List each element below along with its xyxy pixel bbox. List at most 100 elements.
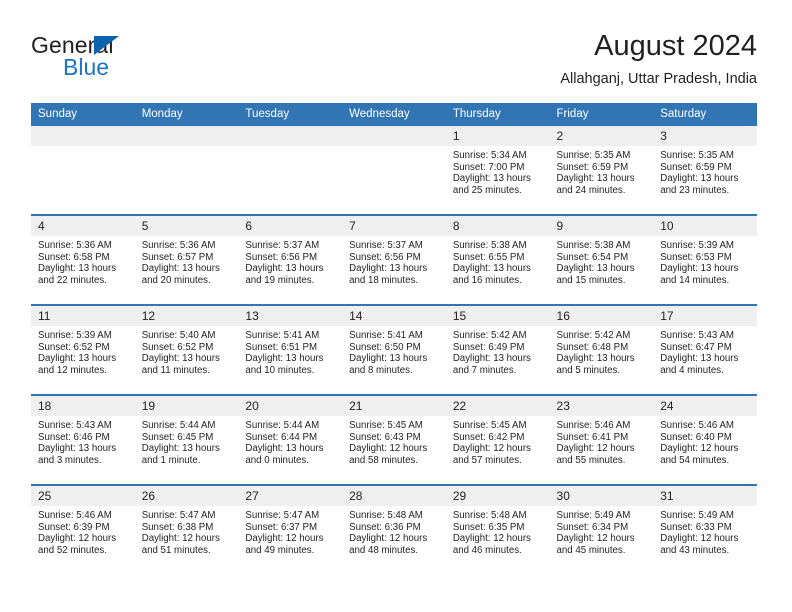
daylight-text-line2: and 4 minutes. — [660, 364, 724, 376]
sunrise-text: Sunrise: 5:36 AM — [38, 240, 112, 251]
day-number — [134, 126, 239, 146]
calendar-page: General Blue August 2024 Allahganj, Utta… — [0, 0, 792, 612]
daylight-text-line1: Daylight: 12 hours — [660, 533, 739, 545]
sunset-text: Sunset: 6:59 PM — [556, 161, 629, 173]
calendar-day-cell[interactable]: 5 Sunrise: 5:36 AM Sunset: 6:57 PM Daylight… — [134, 214, 239, 305]
sunset-text: Sunset: 6:42 PM — [452, 431, 525, 443]
calendar-day-cell[interactable]: 2 Sunrise: 5:35 AM Sunset: 6:59 PM Daylight… — [549, 124, 654, 215]
daylight-text-line1: Daylight: 13 hours — [245, 353, 324, 365]
calendar-day-cell[interactable]: 13 Sunrise: 5:41 AM Sunset: 6:51 PM Dayligh… — [238, 304, 343, 395]
day-number — [238, 126, 343, 146]
daylight-text-line1: Daylight: 13 hours — [349, 353, 428, 365]
calendar-day-cell[interactable]: 21 Sunrise: 5:45 AM Sunset: 6:43 PM Dayligh… — [342, 394, 446, 485]
weekday-header-saturday: Saturday — [653, 103, 757, 125]
page-title: August 2024 — [594, 30, 757, 62]
sunrise-text: Sunrise: 5:36 AM — [141, 240, 216, 251]
weekday-header-monday: Monday — [134, 103, 239, 125]
daylight-text-line1: Daylight: 12 hours — [245, 533, 324, 545]
daylight-text-line1: Daylight: 13 hours — [38, 443, 117, 455]
calendar-day-cell[interactable]: 14 Sunrise: 5:41 AM Sunset: 6:50 PM Dayligh… — [342, 304, 446, 395]
daylight-text-line2: and 58 minutes. — [349, 454, 419, 466]
daylight-text-line1: Daylight: 13 hours — [556, 353, 635, 365]
calendar-week-row: 11 Sunrise: 5:39 AM Sunset: 6:52 PM Dayligh… — [31, 304, 757, 395]
calendar-table: Sunday Monday Tuesday Wednesday Thursday… — [31, 103, 757, 574]
day-number: 2 — [549, 126, 654, 146]
sunset-text: Sunset: 6:44 PM — [245, 431, 318, 443]
day-details: Sunrise: 5:46 AM Sunset: 6:40 PM Daylight:… — [653, 416, 757, 466]
sunrise-text: Sunrise: 5:37 AM — [245, 240, 320, 251]
day-details: Sunrise: 5:34 AM Sunset: 7:00 PM Daylight:… — [446, 146, 550, 196]
day-number: 19 — [134, 396, 239, 416]
sunset-text: Sunset: 6:34 PM — [556, 521, 629, 533]
daylight-text-line2: and 0 minutes. — [245, 454, 309, 466]
day-details: Sunrise: 5:42 AM Sunset: 6:48 PM Daylight:… — [550, 326, 654, 376]
day-details: Sunrise: 5:35 AM Sunset: 6:59 PM Daylight:… — [550, 146, 654, 196]
day-details: Sunrise: 5:41 AM Sunset: 6:50 PM Daylight:… — [342, 326, 446, 376]
daylight-text-line2: and 51 minutes. — [141, 544, 211, 556]
calendar-day-cell[interactable]: 27 Sunrise: 5:47 AM Sunset: 6:37 PM Dayligh… — [238, 484, 343, 574]
sunrise-text: Sunrise: 5:46 AM — [556, 420, 631, 431]
calendar-day-cell[interactable]: 20 Sunrise: 5:44 AM Sunset: 6:44 PM Dayligh… — [238, 394, 343, 485]
day-number: 26 — [134, 486, 239, 506]
weekday-header-tuesday: Tuesday — [238, 103, 343, 125]
calendar-day-cell[interactable]: 8 Sunrise: 5:38 AM Sunset: 6:55 PM Daylight… — [445, 214, 550, 305]
calendar-day-cell[interactable]: 22 Sunrise: 5:45 AM Sunset: 6:42 PM Dayligh… — [445, 394, 550, 485]
weekday-header-thursday: Thursday — [445, 103, 550, 125]
daylight-text-line2: and 46 minutes. — [452, 544, 522, 556]
calendar-day-cell[interactable]: 25 Sunrise: 5:46 AM Sunset: 6:39 PM Dayligh… — [31, 484, 135, 574]
calendar-day-cell[interactable]: 29 Sunrise: 5:48 AM Sunset: 6:35 PM Dayligh… — [445, 484, 550, 574]
day-number: 10 — [653, 216, 757, 236]
daylight-text-line1: Daylight: 13 hours — [556, 173, 635, 185]
day-number: 12 — [134, 306, 239, 326]
day-details: Sunrise: 5:42 AM Sunset: 6:49 PM Daylight:… — [446, 326, 550, 376]
calendar-day-cell[interactable]: 4 Sunrise: 5:36 AM Sunset: 6:58 PM Daylight… — [31, 214, 135, 305]
day-details: Sunrise: 5:47 AM Sunset: 6:38 PM Daylight:… — [135, 506, 239, 556]
calendar-day-cell[interactable]: 7 Sunrise: 5:37 AM Sunset: 6:56 PM Daylight… — [342, 214, 446, 305]
calendar-day-cell[interactable]: 17 Sunrise: 5:43 AM Sunset: 6:47 PM Dayligh… — [653, 304, 757, 395]
calendar-day-cell[interactable]: 18 Sunrise: 5:43 AM Sunset: 6:46 PM Dayligh… — [31, 394, 135, 485]
calendar-day-cell[interactable]: 31 Sunrise: 5:49 AM Sunset: 6:33 PM Dayligh… — [653, 484, 757, 574]
calendar-day-cell[interactable]: 10 Sunrise: 5:39 AM Sunset: 6:53 PM Dayligh… — [653, 214, 757, 305]
day-details: Sunrise: 5:37 AM Sunset: 6:56 PM Daylight:… — [238, 236, 342, 286]
calendar-day-cell[interactable]: 12 Sunrise: 5:40 AM Sunset: 6:52 PM Dayligh… — [134, 304, 239, 395]
sunset-text: Sunset: 6:48 PM — [556, 341, 629, 353]
sunrise-text: Sunrise: 5:37 AM — [349, 240, 423, 251]
sunrise-text: Sunrise: 5:49 AM — [660, 510, 734, 521]
day-number: 23 — [549, 396, 654, 416]
day-details: Sunrise: 5:35 AM Sunset: 6:59 PM Daylight:… — [653, 146, 757, 196]
calendar-day-cell[interactable]: 9 Sunrise: 5:38 AM Sunset: 6:54 PM Daylight… — [549, 214, 654, 305]
weekday-header-wednesday: Wednesday — [342, 103, 446, 125]
sunset-text: Sunset: 6:51 PM — [245, 341, 318, 353]
daylight-text-line2: and 24 minutes. — [556, 184, 626, 196]
calendar-day-cell[interactable]: 3 Sunrise: 5:35 AM Sunset: 6:59 PM Daylight… — [653, 124, 757, 215]
sunrise-text: Sunrise: 5:42 AM — [452, 330, 527, 341]
calendar-day-cell[interactable]: 16 Sunrise: 5:42 AM Sunset: 6:48 PM Dayligh… — [549, 304, 654, 395]
calendar-day-cell[interactable]: 24 Sunrise: 5:46 AM Sunset: 6:40 PM Dayligh… — [653, 394, 757, 485]
calendar-day-cell[interactable]: 19 Sunrise: 5:44 AM Sunset: 6:45 PM Dayligh… — [134, 394, 239, 485]
calendar-day-cell[interactable]: 26 Sunrise: 5:47 AM Sunset: 6:38 PM Dayligh… — [134, 484, 239, 574]
day-details: Sunrise: 5:40 AM Sunset: 6:52 PM Daylight:… — [135, 326, 239, 376]
day-details: Sunrise: 5:46 AM Sunset: 6:39 PM Daylight:… — [31, 506, 135, 556]
calendar-day-cell[interactable]: 15 Sunrise: 5:42 AM Sunset: 6:49 PM Dayligh… — [445, 304, 550, 395]
calendar-body: 1 Sunrise: 5:34 AM Sunset: 7:00 PM Daylight… — [31, 124, 757, 574]
day-details: Sunrise: 5:41 AM Sunset: 6:51 PM Daylight:… — [238, 326, 342, 376]
sunset-text: Sunset: 6:46 PM — [38, 431, 110, 443]
daylight-text-line2: and 1 minute. — [141, 454, 201, 466]
sunrise-text: Sunrise: 5:39 AM — [38, 330, 112, 341]
day-details: Sunrise: 5:43 AM Sunset: 6:46 PM Daylight:… — [31, 416, 135, 466]
calendar-day-cell[interactable]: 1 Sunrise: 5:34 AM Sunset: 7:00 PM Daylight… — [445, 124, 550, 215]
calendar-day-cell[interactable]: 23 Sunrise: 5:46 AM Sunset: 6:41 PM Dayligh… — [549, 394, 654, 485]
day-number: 18 — [31, 396, 135, 416]
general-blue-logo[interactable]: General Blue — [31, 32, 261, 90]
calendar-day-cell[interactable]: 28 Sunrise: 5:48 AM Sunset: 6:36 PM Dayligh… — [342, 484, 446, 574]
daylight-text-line1: Daylight: 13 hours — [660, 173, 739, 185]
day-details: Sunrise: 5:48 AM Sunset: 6:36 PM Daylight:… — [342, 506, 446, 556]
daylight-text-line1: Daylight: 13 hours — [245, 443, 324, 455]
calendar-day-cell[interactable]: 30 Sunrise: 5:49 AM Sunset: 6:34 PM Dayligh… — [549, 484, 654, 574]
weekday-header-friday: Friday — [549, 103, 654, 125]
daylight-text-line2: and 54 minutes. — [660, 454, 730, 466]
daylight-text-line2: and 16 minutes. — [452, 274, 522, 286]
calendar-day-cell[interactable]: 11 Sunrise: 5:39 AM Sunset: 6:52 PM Dayligh… — [31, 304, 135, 395]
calendar-week-row: 25 Sunrise: 5:46 AM Sunset: 6:39 PM Dayligh… — [31, 484, 757, 574]
calendar-day-cell[interactable]: 6 Sunrise: 5:37 AM Sunset: 6:56 PM Daylight… — [238, 214, 343, 305]
